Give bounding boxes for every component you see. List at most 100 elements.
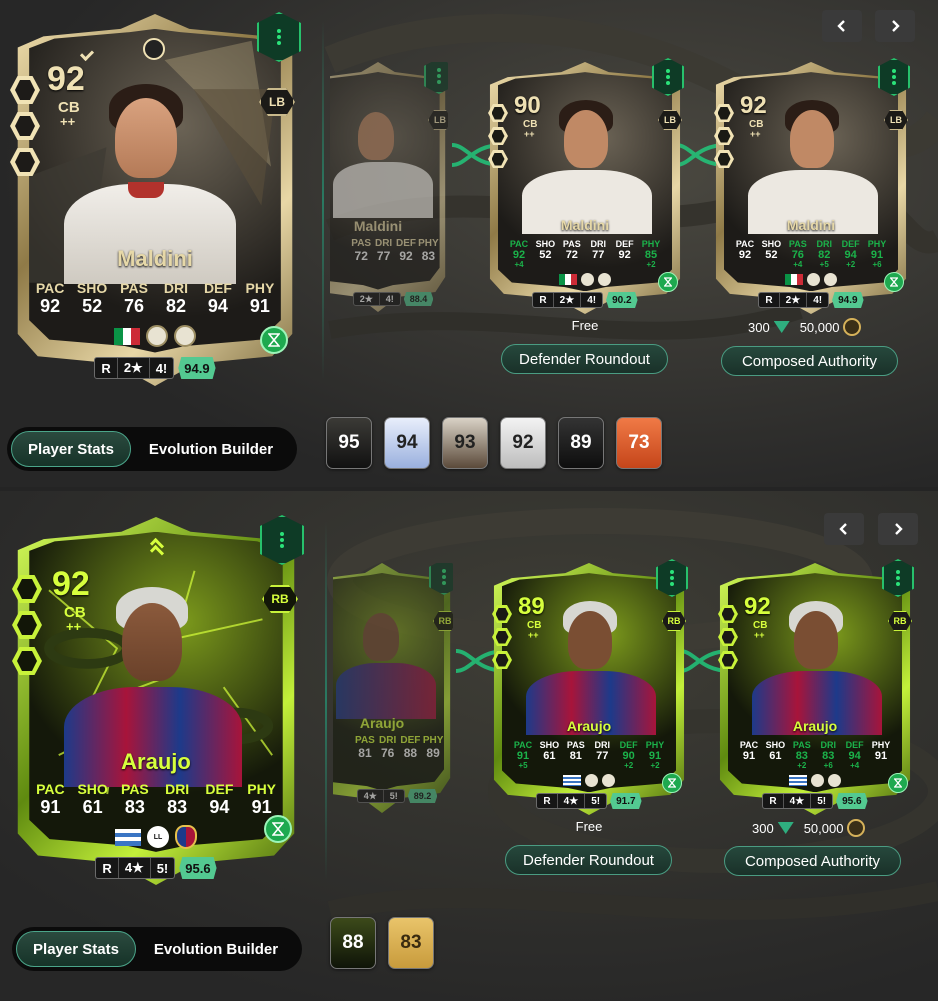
mini-player-card[interactable]: 92: [500, 417, 546, 469]
stats-row: PAC 92 +4 SHO 52 PAS 72 DRI 77 DEF 92 PHY 85 +2: [506, 239, 664, 269]
stat-def: DEF 92: [611, 239, 637, 269]
stat-label: PAS: [121, 781, 149, 797]
anticipate-playstyle-icon: [12, 611, 42, 639]
preferred-foot: R: [95, 358, 118, 378]
stat-value: 94: [209, 797, 230, 817]
intercept-playstyle-icon: [492, 605, 512, 623]
anticipate-playstyle-icon: [492, 628, 512, 646]
weak-foot: 4!: [385, 294, 394, 304]
prev-button[interactable]: [824, 513, 864, 545]
evolution-button-composed-authority[interactable]: Composed Authority: [724, 846, 901, 876]
stat-sho: SHO 61: [762, 740, 788, 770]
evolution-button-composed-authority[interactable]: Composed Authority: [721, 346, 898, 376]
mini-player-card[interactable]: 94: [384, 417, 430, 469]
evolution-card-2[interactable]: 92 CB ++ LB Maldini PAC 92 SHO 52 PAS 76 +4 DRI 82 +5 D…: [712, 58, 910, 314]
next-button[interactable]: [875, 10, 915, 42]
stat-label: PHY: [867, 239, 887, 249]
stat-boost: +5: [518, 761, 528, 770]
stat-value: 92: [40, 296, 61, 316]
card-score: 95.6: [836, 793, 868, 809]
skill-moves: 4★: [558, 794, 586, 808]
player-stats-tab[interactable]: Player Stats: [16, 931, 136, 967]
stat-value: 83: [124, 797, 145, 817]
hourglass-icon: [888, 773, 908, 793]
mini-player-card[interactable]: 95: [326, 417, 372, 469]
intercept-playstyle-icon: [10, 76, 40, 104]
weak-foot: 5!: [817, 795, 827, 807]
nation-flag-icon: [559, 274, 577, 285]
evolution-card-1[interactable]: 90 CB ++ LB Maldini PAC 92 +4 SHO 52 PAS 72 DRI 77 DEF…: [486, 58, 684, 314]
player-name: Maldini: [560, 217, 610, 233]
mini-player-card[interactable]: 89: [558, 417, 604, 469]
club-badge-icon: [807, 273, 820, 286]
evolution-card-1[interactable]: 89 CB ++ RB Araujo PAC 91 +5 SHO 61 PAS 81 DRI 77 DEF 9…: [490, 559, 688, 815]
evolution-button-defender-roundout[interactable]: Defender Roundout: [501, 344, 668, 374]
card-score: 94.9: [178, 357, 216, 379]
stat-pac: PAC 92 +4: [506, 239, 532, 269]
club-badge-icon: [598, 273, 611, 286]
next-button[interactable]: [878, 513, 918, 545]
stat-value: 88: [403, 746, 418, 760]
weak-foot: 4!: [813, 294, 823, 306]
stat-pas: PAS 72: [350, 238, 372, 263]
main-player-card[interactable]: 92 CB ++ RB Araujo PAC 91 SHO 61 PAS 83 DRI 83 D…: [12, 515, 304, 885]
club-badge-icon: [585, 774, 598, 787]
stat-label: PAS: [351, 238, 372, 249]
stat-phy: PHY 91: [868, 740, 894, 770]
nation-club-row: [12, 325, 298, 347]
evolution-section-maldini: 92 CB ++ LB Maldini PAC 92 SHO 52 PAS 76 DRI 82…: [0, 0, 938, 487]
stat-label: DRI: [374, 238, 393, 249]
skill-moves: 2★: [554, 293, 582, 307]
stat-value: 82: [165, 296, 186, 316]
stat-dri: DRI 83 +6: [815, 740, 841, 770]
stat-value: 61: [769, 750, 782, 762]
player-name: Maldini: [786, 217, 836, 233]
evolution-card-2[interactable]: 92 CB ++ RB Araujo PAC 91 SHO 61 PAS 83 +2 DRI 83 +6 DE…: [716, 559, 914, 815]
player-stats-tab[interactable]: Player Stats: [11, 431, 131, 467]
stats-row: PAC 91 SHO 61 PAS 83 DRI 83 DEF 94 PHY 91: [29, 781, 282, 818]
evolution-button-defender-roundout[interactable]: Defender Roundout: [505, 845, 672, 875]
stat-value: 91: [249, 296, 270, 316]
preferred-foot: R: [533, 293, 554, 307]
stat-label: DRI: [163, 280, 189, 296]
stat-value: 81: [569, 750, 582, 762]
stat-label: SHO: [761, 239, 782, 249]
mini-player-card[interactable]: 93: [442, 417, 488, 469]
stat-dri: DRI 82 +5: [811, 239, 837, 269]
stat-label: PAC: [509, 239, 529, 249]
card-footer: R 4★ 5! 95.6: [716, 793, 914, 809]
italy-flag-icon: [114, 327, 141, 345]
card-rating: 92: [47, 60, 85, 98]
mini-player-card[interactable]: 88: [330, 917, 376, 969]
card-score: 94.9: [832, 292, 864, 308]
preferred-foot: R: [537, 794, 558, 808]
stat-value: 52: [539, 249, 552, 261]
nation-club-row: [486, 273, 684, 286]
card-score: 88.4: [403, 292, 434, 306]
evolution-builder-tab[interactable]: Evolution Builder: [136, 931, 296, 967]
stat-label: DEF: [400, 735, 421, 746]
weak-foot: 4!: [587, 294, 597, 306]
mini-player-card[interactable]: 73: [616, 417, 662, 469]
hourglass-icon: [658, 272, 678, 292]
mini-player-card[interactable]: 83: [388, 917, 434, 969]
stat-label: PAS: [566, 740, 585, 750]
icon-club-badge: [146, 325, 168, 347]
stat-label: PAS: [355, 735, 375, 746]
stat-label: SHO: [76, 280, 108, 296]
weak-foot: 5!: [389, 791, 398, 801]
points-icon: [777, 822, 794, 834]
stat-label: DEF: [619, 740, 638, 750]
coins-icon: [847, 819, 866, 837]
stat-value: 81: [358, 746, 372, 760]
stat-label: PHY: [641, 239, 661, 249]
card-footer: R 4★ 5! 91.7: [490, 793, 688, 809]
main-player-card[interactable]: 92 CB ++ LB Maldini PAC 92 SHO 52 PAS 76 DRI 82…: [10, 12, 301, 386]
stat-label: PHY: [247, 781, 277, 797]
laliga-logo-icon: LL: [147, 826, 169, 848]
evolution-builder-tab[interactable]: Evolution Builder: [131, 431, 291, 467]
intercept-playstyle-icon: [488, 104, 508, 122]
stat-def: DEF 94: [197, 280, 239, 317]
prev-button[interactable]: [822, 10, 862, 42]
stat-phy: PHY 91: [239, 280, 281, 317]
